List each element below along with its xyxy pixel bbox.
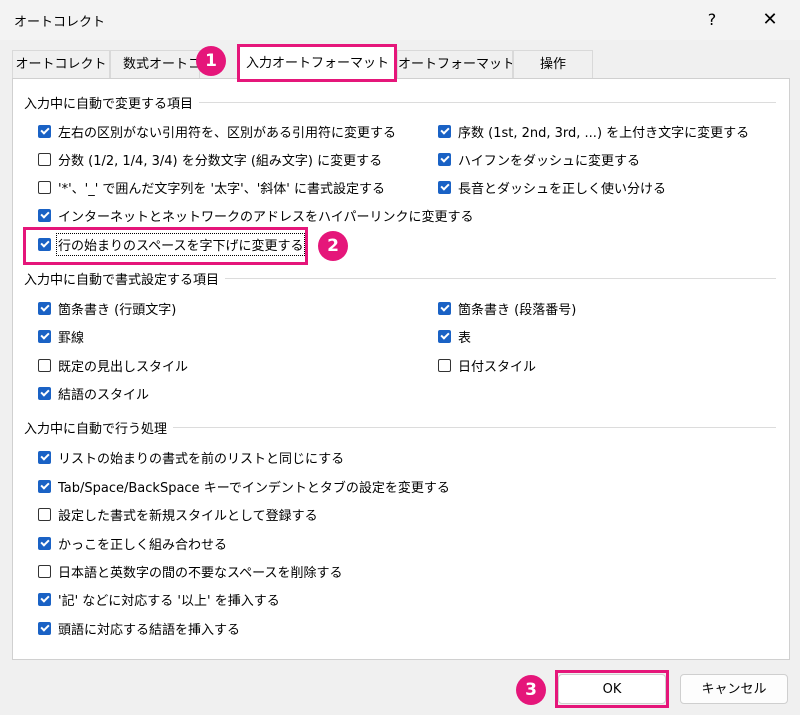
option-label: 頭語に対応する結語を挿入する [58,622,241,638]
group-title-automatically-as-you-type: 入力中に自動で行う処理 [24,418,174,437]
checkbox[interactable] [38,124,51,138]
option-leading-space-indent[interactable]: 行の始まりのスペースを字下げに変更する [38,232,306,256]
option-label: Tab/Space/BackSpace キーでインデントとタブの設定を変更する [58,480,450,496]
option-remove-spaces[interactable]: 日本語と英数字の間の不要なスペースを削除する [38,560,342,582]
checkbox[interactable] [38,180,51,194]
option-label: 既定の見出しスタイル [58,359,189,375]
option-define-styles[interactable]: 設定した書式を新規スタイルとして登録する [38,503,318,525]
step-badge-2: 2 [318,231,348,261]
option-numbered-lists[interactable]: 箇条書き (段落番号) [438,297,576,319]
checkbox[interactable] [38,208,51,222]
checkbox[interactable] [438,329,451,343]
checkbox[interactable] [438,152,451,166]
checkbox[interactable] [38,592,51,606]
option-label: インターネットとネットワークのアドレスをハイパーリンクに変更する [58,209,474,225]
option-tables[interactable]: 表 [438,325,471,347]
close-icon[interactable]: ✕ [748,4,792,36]
option-insert-closing[interactable]: 頭語に対応する結語を挿入する [38,617,240,639]
option-insert-ijou[interactable]: '記' などに対応する '以上' を挿入する [38,588,280,610]
checkbox[interactable] [38,301,51,315]
option-label: かっこを正しく組み合わせる [58,537,228,553]
option-label: '記' などに対応する '以上' を挿入する [58,593,280,609]
checkbox[interactable] [438,180,451,194]
checkbox[interactable] [438,124,451,138]
option-label: 罫線 [58,330,85,346]
checkbox[interactable] [38,564,51,578]
option-label: 表 [458,330,472,346]
checkbox[interactable] [38,536,51,550]
option-bold-italic[interactable]: '*'、'_' で囲んだ文字列を '太字'、'斜体' に書式設定する [38,176,385,198]
option-bulleted-lists[interactable]: 箇条書き (行頭文字) [38,297,176,319]
option-label: 日本語と英数字の間の不要なスペースを削除する [58,565,343,581]
option-label: 序数 (1st, 2nd, 3rd, ...) を上付き文字に変更する [458,125,750,141]
option-label: 分数 (1/2, 1/4, 3/4) を分数文字 (組み文字) に変更する [58,153,383,169]
checkbox[interactable] [438,358,451,372]
checkbox[interactable] [38,329,51,343]
checkbox[interactable] [38,621,51,635]
title-bar: オートコレクト ? ✕ [0,0,800,40]
option-ordinals-superscript[interactable]: 序数 (1st, 2nd, 3rd, ...) を上付き文字に変更する [438,120,749,142]
option-hyphens-dash[interactable]: ハイフンをダッシュに変更する [438,148,640,170]
checkbox[interactable] [38,386,51,400]
checkbox[interactable] [38,358,51,372]
group-title-format-as-you-type: 入力中に自動で書式設定する項目 [24,269,226,288]
option-label: 箇条書き (行頭文字) [58,302,177,318]
option-label: 結語のスタイル [58,387,150,403]
option-date-style[interactable]: 日付スタイル [438,354,536,376]
option-tab-indent[interactable]: Tab/Space/BackSpace キーでインデントとタブの設定を変更する [38,475,450,497]
tab-autoformat[interactable]: オートフォーマット [397,50,513,79]
option-closing-style[interactable]: 結語のスタイル [38,382,149,404]
option-hyperlinks[interactable]: インターネットとネットワークのアドレスをハイパーリンクに変更する [38,204,473,226]
option-smart-quotes[interactable]: 左右の区別がない引用符を、区別がある引用符に変更する [38,120,396,142]
tab-math-autocorrect[interactable]: 数式オートコ [110,50,200,78]
tab-actions[interactable]: 操作 [513,50,593,79]
help-icon[interactable]: ? [690,4,734,36]
option-border-lines[interactable]: 罫線 [38,325,84,347]
checkbox[interactable] [38,479,51,493]
group-title-replace-as-you-type: 入力中に自動で変更する項目 [24,93,200,112]
option-label: 箇条書き (段落番号) [458,302,577,318]
option-long-vowel-dash[interactable]: 長音とダッシュを正しく使い分ける [438,176,666,198]
option-match-parentheses[interactable]: かっこを正しく組み合わせる [38,532,227,554]
checkbox[interactable] [38,237,51,251]
option-label: リストの始まりの書式を前のリストと同じにする [58,451,345,467]
option-heading-styles[interactable]: 既定の見出しスタイル [38,354,188,376]
cancel-button[interactable]: キャンセル [680,674,788,704]
option-list-format[interactable]: リストの始まりの書式を前のリストと同じにする [38,446,344,468]
checkbox[interactable] [438,301,451,315]
option-label: 左右の区別がない引用符を、区別がある引用符に変更する [58,125,397,141]
ok-button[interactable]: OK [558,674,666,704]
option-label: 設定した書式を新規スタイルとして登録する [58,508,318,524]
tab-autoformat-as-you-type[interactable]: 入力オートフォーマット [238,46,397,80]
option-label: ハイフンをダッシュに変更する [458,153,641,169]
option-label: 行の始まりのスペースを字下げに変更する [55,232,306,256]
checkbox[interactable] [38,152,51,166]
option-fractions[interactable]: 分数 (1/2, 1/4, 3/4) を分数文字 (組み文字) に変更する [38,148,382,170]
step-badge-3: 3 [516,675,546,705]
checkbox[interactable] [38,450,51,464]
option-label: 長音とダッシュを正しく使い分ける [458,181,667,197]
option-label: '*'、'_' で囲んだ文字列を '太字'、'斜体' に書式設定する [58,181,385,197]
window-title: オートコレクト [14,15,106,30]
option-label: 日付スタイル [458,359,537,375]
step-badge-1: 1 [196,46,226,76]
tab-autocorrect[interactable]: オートコレクト [12,50,110,79]
checkbox[interactable] [38,507,51,521]
